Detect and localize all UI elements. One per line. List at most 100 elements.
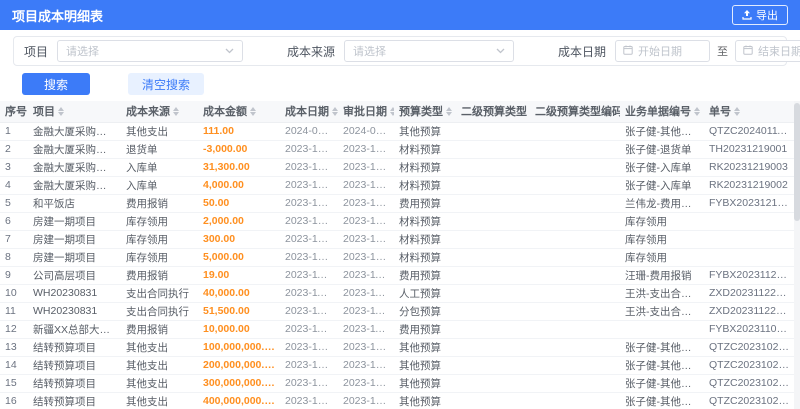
cell-index: 2 bbox=[0, 140, 28, 159]
scrollbar-thumb[interactable] bbox=[794, 103, 800, 221]
cell-cost-amount: 19.00 bbox=[198, 266, 280, 285]
table-header-row: 序号 项目 成本来源 成本金额 成本日期 审批日期 预算类型 二级预算类型 二级预算类型编码 业务… bbox=[0, 101, 794, 123]
search-button[interactable]: 搜索 bbox=[22, 73, 91, 95]
table-row[interactable]: 16 结转预算项目 其他支出 400,000,000.00 2023-10-27 2023… bbox=[0, 392, 794, 409]
cell-cost-amount: 100,000,000.00 bbox=[198, 338, 280, 357]
project-filter-label: 项目 bbox=[24, 44, 49, 59]
table-row[interactable]: 5 和平饭店 费用报销 50.00 2023-12-16 2023-12-16 费用预算 兰伟… bbox=[0, 194, 794, 213]
cell-project: WH20230831 bbox=[28, 302, 121, 321]
cell-biz-doc-no: 张子健-其他支出 bbox=[620, 374, 704, 393]
sort-icon[interactable] bbox=[173, 106, 179, 116]
cell-approve-date: 2023-10-27 bbox=[338, 356, 394, 375]
cell-sub-budget-type bbox=[456, 230, 530, 249]
clear-search-button[interactable]: 清空搜索 bbox=[128, 73, 205, 95]
cell-project: 金融大厦采购项目 bbox=[28, 122, 121, 141]
cost-date-end-input[interactable]: 结束日期 bbox=[735, 40, 800, 62]
table-row[interactable]: 13 结转预算项目 其他支出 100,000,000.00 2023-10-27 2023… bbox=[0, 338, 794, 357]
column-header-order-no[interactable]: 单号 bbox=[704, 101, 794, 123]
cell-index: 6 bbox=[0, 212, 28, 231]
table-row[interactable]: 15 结转预算项目 其他支出 300,000,000.00 2023-10-27 2023… bbox=[0, 374, 794, 393]
table-row[interactable]: 7 房建一期项目 库存领用 300.00 2023-12-11 2023-12-11 材料预… bbox=[0, 230, 794, 249]
cell-budget-type: 分包预算 bbox=[394, 302, 456, 321]
table-row[interactable]: 12新疆XX总部大厦工程二期费用报销10,000.002023-11-07202… bbox=[0, 320, 794, 339]
cell-sub-budget-type bbox=[456, 392, 530, 409]
cell-budget-type: 其他预算 bbox=[394, 338, 456, 357]
project-select[interactable]: 请选择 bbox=[57, 40, 244, 62]
column-header-project[interactable]: 项目 bbox=[28, 101, 121, 123]
sort-icon[interactable] bbox=[58, 106, 64, 116]
cell-sub-budget-code bbox=[530, 140, 620, 159]
export-icon bbox=[742, 10, 752, 20]
cell-approve-date: 2023-12-11 bbox=[338, 212, 394, 231]
calendar-icon bbox=[743, 45, 753, 58]
sort-icon[interactable] bbox=[694, 106, 700, 116]
cell-cost-source: 入库单 bbox=[121, 158, 198, 177]
cell-cost-date: 2023-11-22 bbox=[280, 284, 338, 303]
column-header-cost-source[interactable]: 成本来源 bbox=[121, 101, 198, 123]
cell-order-no: ZXD20231122001 bbox=[704, 302, 794, 321]
column-label: 成本来源 bbox=[126, 106, 170, 119]
sort-icon[interactable] bbox=[446, 106, 452, 116]
column-header-approve-date[interactable]: 审批日期 bbox=[338, 101, 394, 123]
table-row[interactable]: 3 金融大厦采购项目 入库单 31,300.00 2023-12-19 2023-12-1… bbox=[0, 158, 794, 177]
column-header-cost-amount[interactable]: 成本金额 bbox=[198, 101, 280, 123]
sort-icon[interactable] bbox=[250, 106, 256, 116]
table-row[interactable]: 4 金融大厦采购项目 入库单 4,000.00 2023-12-19 2023-12-19… bbox=[0, 176, 794, 195]
table-row[interactable]: 11 WH20230831 支出合同执行 51,500.00 2023-11-22 202… bbox=[0, 302, 794, 321]
column-header-sub-budget-type[interactable]: 二级预算类型 bbox=[456, 101, 530, 123]
vertical-scrollbar[interactable] bbox=[794, 101, 800, 409]
cell-index: 12 bbox=[0, 320, 28, 339]
cell-project: WH20230831 bbox=[28, 284, 121, 303]
cell-cost-source: 费用报销 bbox=[121, 194, 198, 213]
table-row[interactable]: 6 房建一期项目 库存领用 2,000.00 2023-12-11 2023-12-11 材… bbox=[0, 212, 794, 231]
column-label: 成本金额 bbox=[203, 106, 247, 119]
cell-cost-date: 2023-11-22 bbox=[280, 302, 338, 321]
table-row[interactable]: 9 公司高层项目 费用报销 19.00 2023-11-28 2023-11-28 费用预算… bbox=[0, 266, 794, 285]
cell-project: 结转预算项目 bbox=[28, 356, 121, 375]
column-header-biz-doc-no[interactable]: 业务单据编号 bbox=[620, 101, 704, 123]
cell-project: 金融大厦采购项目 bbox=[28, 158, 121, 177]
cell-sub-budget-type bbox=[456, 320, 530, 339]
cell-order-no: ZXD20231122002 bbox=[704, 284, 794, 303]
cost-source-select[interactable]: 请选择 bbox=[344, 40, 515, 62]
column-header-budget-type[interactable]: 预算类型 bbox=[394, 101, 456, 123]
cell-project: 金融大厦采购项目 bbox=[28, 176, 121, 195]
cell-sub-budget-code bbox=[530, 320, 620, 339]
cell-sub-budget-code bbox=[530, 284, 620, 303]
cell-index: 10 bbox=[0, 284, 28, 303]
table-row[interactable]: 14 结转预算项目 其他支出 200,000,000.00 2023-10-27 2023… bbox=[0, 356, 794, 375]
column-label: 二级预算类型编码 bbox=[535, 106, 620, 119]
column-header-sub-budget-code[interactable]: 二级预算类型编码 bbox=[530, 101, 620, 123]
column-label: 序号 bbox=[5, 106, 27, 119]
cell-approve-date: 2023-12-19 bbox=[338, 176, 394, 195]
cell-order-no bbox=[704, 212, 794, 231]
cell-cost-date: 2023-11-28 bbox=[280, 266, 338, 285]
cell-sub-budget-code bbox=[530, 212, 620, 231]
table-row[interactable]: 2 金融大厦采购项目 退货单 -3,000.00 2023-12-19 2023-12-1… bbox=[0, 140, 794, 159]
cell-cost-source: 库存领用 bbox=[121, 248, 198, 267]
cost-detail-table: 序号 项目 成本来源 成本金额 成本日期 审批日期 预算类型 二级预算类型 二级预算类型编码 业务… bbox=[0, 101, 800, 409]
cost-source-filter-label: 成本来源 bbox=[287, 44, 336, 59]
sort-icon[interactable] bbox=[734, 106, 740, 116]
table-row[interactable]: 8 房建一期项目 库存领用 5,000.00 2023-12-11 2023-12-11 材… bbox=[0, 248, 794, 267]
cell-budget-type: 材料预算 bbox=[394, 248, 456, 267]
export-button[interactable]: 导出 bbox=[732, 5, 788, 25]
cell-budget-type: 材料预算 bbox=[394, 230, 456, 249]
cell-cost-amount: 50.00 bbox=[198, 194, 280, 213]
cost-date-start-input[interactable]: 开始日期 bbox=[615, 40, 711, 62]
table-row[interactable]: 1 金融大厦采购项目 其他支出 111.00 2024-01-11 2024-01-11 其… bbox=[0, 122, 794, 141]
cell-cost-source: 其他支出 bbox=[121, 392, 198, 409]
cell-cost-date: 2023-11-07 bbox=[280, 320, 338, 339]
table-row[interactable]: 10 WH20230831 支出合同执行 40,000.00 2023-11-22 202… bbox=[0, 284, 794, 303]
sort-icon[interactable] bbox=[390, 106, 394, 116]
cell-approve-date: 2024-01-11 bbox=[338, 122, 394, 141]
cell-order-no: RK20231219003 bbox=[704, 158, 794, 177]
cell-approve-date: 2023-10-27 bbox=[338, 392, 394, 409]
cell-budget-type: 其他预算 bbox=[394, 122, 456, 141]
cell-biz-doc-no: 张子健-其他支出 bbox=[620, 392, 704, 409]
cell-sub-budget-type bbox=[456, 266, 530, 285]
column-header-cost-date[interactable]: 成本日期 bbox=[280, 101, 338, 123]
cell-sub-budget-code bbox=[530, 374, 620, 393]
cell-order-no bbox=[704, 230, 794, 249]
sort-icon[interactable] bbox=[332, 106, 338, 116]
